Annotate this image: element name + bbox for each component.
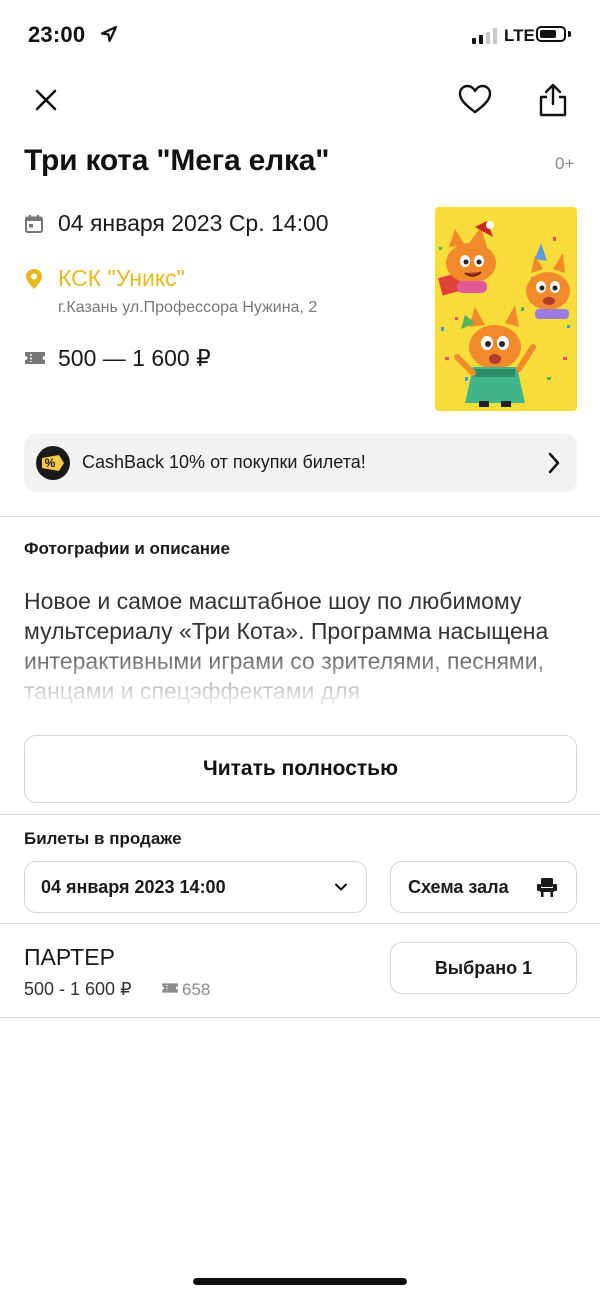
description-section-title: Фотографии и описание: [24, 539, 230, 558]
age-rating: 0+: [555, 154, 575, 173]
tickets-available-count: 658: [182, 980, 211, 999]
home-indicator[interactable]: [193, 1278, 407, 1285]
selected-tickets-button[interactable]: Выбрано 1: [390, 942, 577, 994]
cashback-percent-icon: %: [36, 446, 70, 480]
favorite-heart-icon[interactable]: [458, 84, 492, 116]
venue-name-link[interactable]: КСК "Уникс": [58, 265, 185, 292]
cellular-signal-icon: [472, 28, 497, 44]
share-icon[interactable]: [536, 82, 570, 118]
zone-name: ПАРТЕР: [24, 944, 115, 970]
tickets-section-title: Билеты в продаже: [24, 829, 182, 848]
venue-address: г.Казань ул.Профессора Нужина, 2: [58, 299, 318, 316]
close-icon[interactable]: [32, 86, 60, 114]
price-range: 500 — 1 600 ₽: [58, 345, 211, 371]
divider: [0, 923, 600, 924]
divider: [0, 814, 600, 815]
three-cats-illustration: [435, 207, 577, 411]
zone-price: 500 - 1 600 ₽: [24, 979, 132, 999]
calendar-icon: [25, 215, 43, 233]
description-fade: [0, 640, 600, 735]
selected-date-label: 04 января 2023 14:00: [41, 877, 226, 897]
chevron-down-icon: [335, 883, 347, 891]
ticket-icon: [25, 352, 45, 364]
divider: [0, 516, 600, 517]
ticket-icon: [162, 983, 178, 993]
chevron-right-icon: [548, 452, 560, 474]
seat-icon: [537, 878, 557, 897]
cashback-text: CashBack 10% от покупки билета!: [82, 452, 366, 472]
divider: [0, 1017, 600, 1018]
svg-text:%: %: [45, 456, 56, 470]
status-time: 23:00: [28, 22, 86, 47]
cashback-banner[interactable]: % CashBack 10% от покупки билета!: [24, 434, 577, 492]
seating-scheme-button[interactable]: Схема зала: [390, 861, 577, 913]
network-type: LTE: [504, 26, 535, 45]
location-pin-icon: [26, 269, 42, 289]
event-title: Три кота "Мега елка": [24, 144, 330, 177]
date-select-dropdown[interactable]: 04 января 2023 14:00: [24, 861, 367, 913]
battery-tip: [568, 31, 571, 37]
event-poster-image[interactable]: [435, 207, 577, 411]
read-more-button[interactable]: Читать полностью: [24, 735, 577, 803]
seating-scheme-label: Схема зала: [408, 877, 509, 897]
location-arrow-icon: [100, 25, 118, 43]
battery-icon: [536, 26, 566, 42]
event-date: 04 января 2023 Ср. 14:00: [58, 210, 329, 236]
